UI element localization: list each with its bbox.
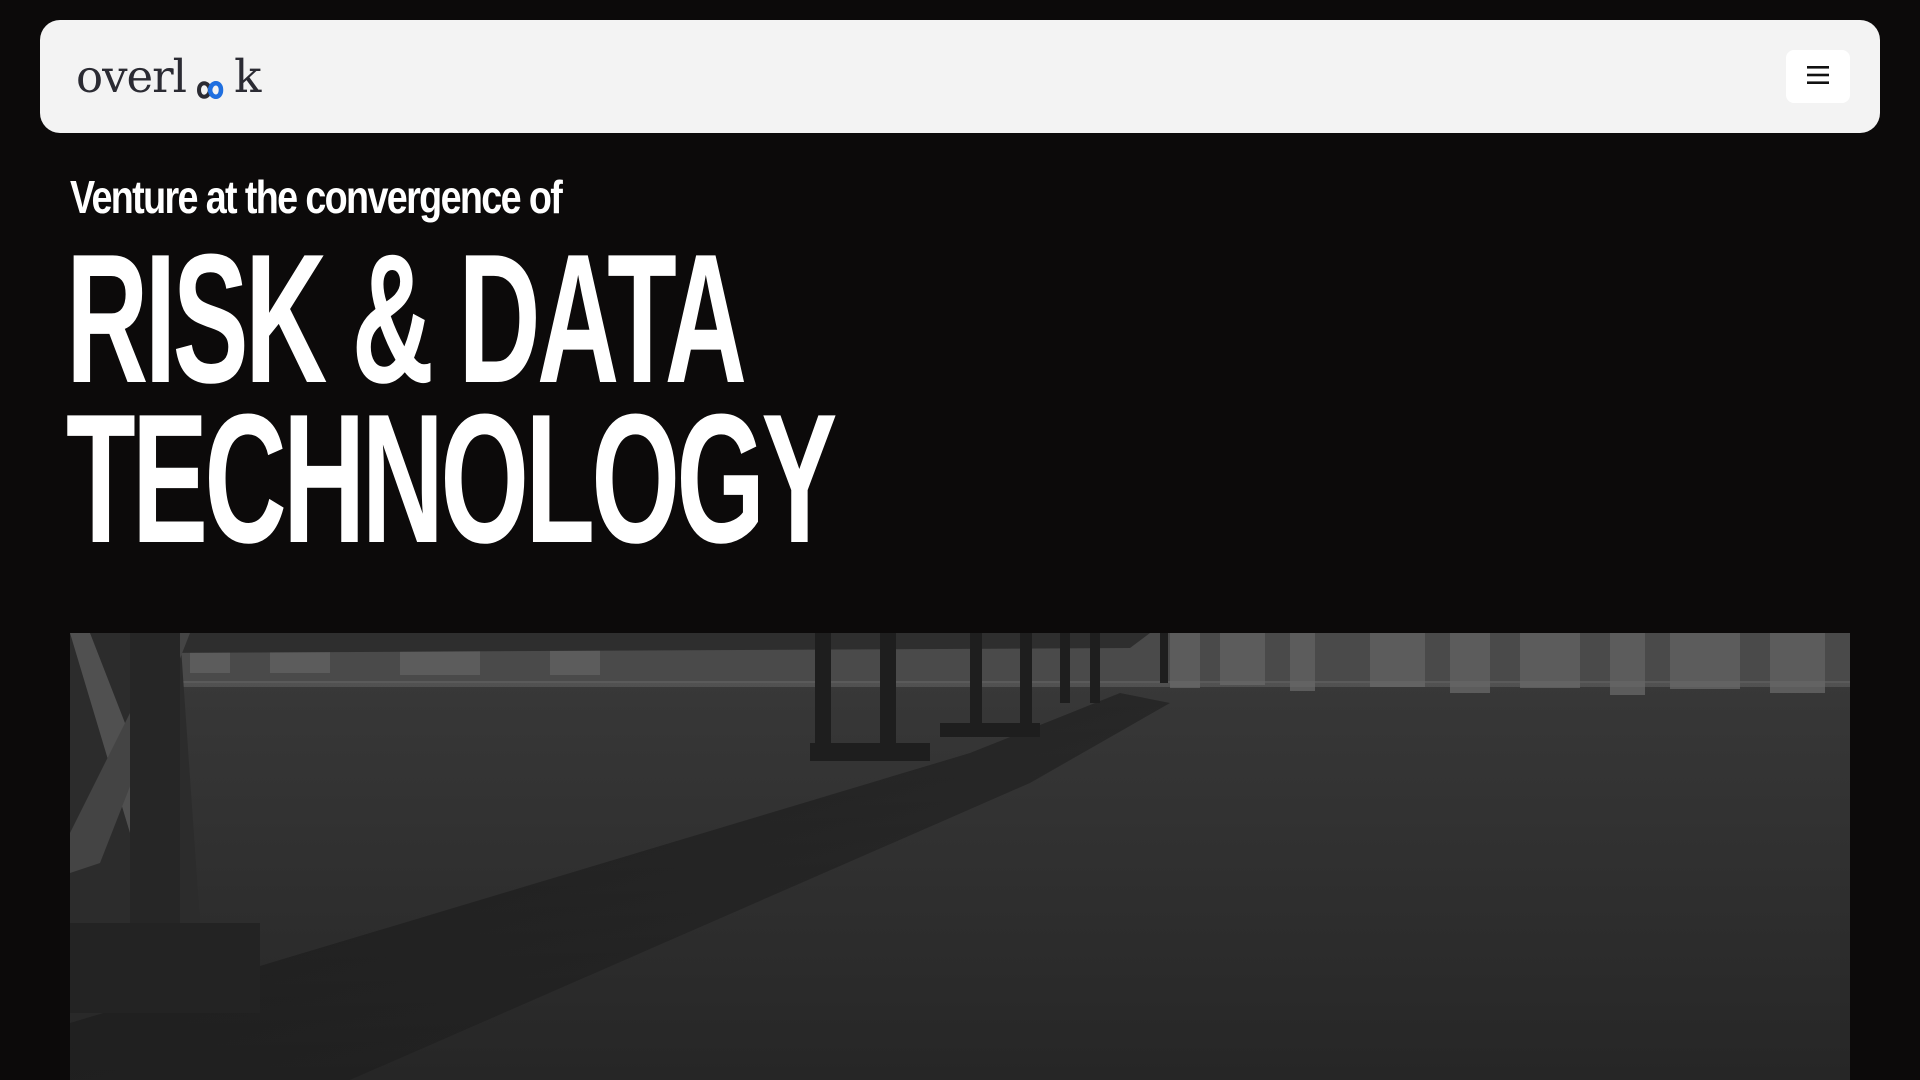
infinity-loop-icon — [187, 63, 233, 99]
logo-text-start: overl — [76, 49, 187, 103]
hamburger-menu-icon — [1807, 65, 1829, 88]
menu-button[interactable] — [1786, 50, 1850, 103]
logo-text-end: k — [234, 49, 261, 103]
hero-headline: RISK & DATA TECHNOLOGY — [66, 215, 837, 581]
top-navbar: overl k — [40, 20, 1880, 133]
hero-bridge-photo — [70, 633, 1850, 1080]
headline-line-1: RISK & DATA — [66, 215, 747, 421]
headline-line-2: TECHNOLOGY — [66, 375, 837, 581]
logo[interactable]: overl k — [76, 46, 261, 106]
